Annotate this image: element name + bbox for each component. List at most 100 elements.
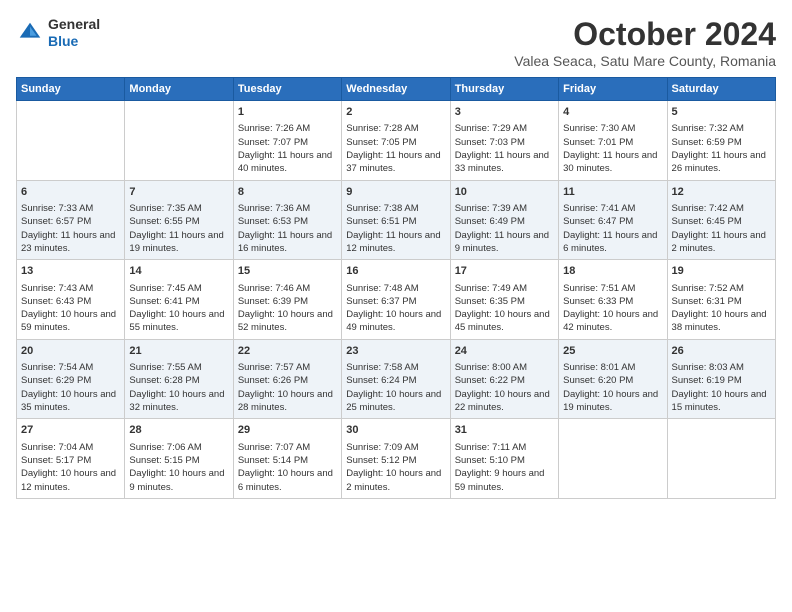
daylight-text: Daylight: 10 hours and 32 minutes. <box>129 388 228 415</box>
daylight-text: Daylight: 11 hours and 30 minutes. <box>563 149 662 176</box>
daylight-text: Daylight: 10 hours and 22 minutes. <box>455 388 554 415</box>
daylight-text: Daylight: 10 hours and 28 minutes. <box>238 388 337 415</box>
day-number: 31 <box>455 423 554 438</box>
title-section: October 2024 Valea Seaca, Satu Mare Coun… <box>514 16 776 69</box>
sunset-text: Sunset: 6:53 PM <box>238 215 337 228</box>
calendar-cell: 29Sunrise: 7:07 AMSunset: 5:14 PMDayligh… <box>233 419 341 499</box>
daylight-text: Daylight: 10 hours and 12 minutes. <box>21 467 120 494</box>
sunset-text: Sunset: 6:43 PM <box>21 295 120 308</box>
sunrise-text: Sunrise: 7:29 AM <box>455 122 554 135</box>
calendar-cell: 3Sunrise: 7:29 AMSunset: 7:03 PMDaylight… <box>450 101 558 181</box>
sunset-text: Sunset: 6:45 PM <box>672 215 771 228</box>
calendar-week-row: 6Sunrise: 7:33 AMSunset: 6:57 PMDaylight… <box>17 180 776 260</box>
day-number: 27 <box>21 423 120 438</box>
day-number: 9 <box>346 185 445 200</box>
day-number: 8 <box>238 185 337 200</box>
sunrise-text: Sunrise: 7:57 AM <box>238 361 337 374</box>
calendar-week-row: 1Sunrise: 7:26 AMSunset: 7:07 PMDaylight… <box>17 101 776 181</box>
day-number: 4 <box>563 105 662 120</box>
sunrise-text: Sunrise: 7:41 AM <box>563 202 662 215</box>
calendar-week-row: 27Sunrise: 7:04 AMSunset: 5:17 PMDayligh… <box>17 419 776 499</box>
day-number: 23 <box>346 344 445 359</box>
sunset-text: Sunset: 6:47 PM <box>563 215 662 228</box>
daylight-text: Daylight: 11 hours and 23 minutes. <box>21 229 120 256</box>
calendar-header-thursday: Thursday <box>450 78 558 101</box>
sunset-text: Sunset: 6:33 PM <box>563 295 662 308</box>
sunset-text: Sunset: 6:22 PM <box>455 374 554 387</box>
calendar-header-monday: Monday <box>125 78 233 101</box>
calendar-cell: 14Sunrise: 7:45 AMSunset: 6:41 PMDayligh… <box>125 260 233 340</box>
sunset-text: Sunset: 6:35 PM <box>455 295 554 308</box>
daylight-text: Daylight: 10 hours and 38 minutes. <box>672 308 771 335</box>
page-header: General Blue October 2024 Valea Seaca, S… <box>16 16 776 69</box>
calendar-cell: 5Sunrise: 7:32 AMSunset: 6:59 PMDaylight… <box>667 101 775 181</box>
sunset-text: Sunset: 6:19 PM <box>672 374 771 387</box>
sunset-text: Sunset: 5:14 PM <box>238 454 337 467</box>
calendar-cell: 30Sunrise: 7:09 AMSunset: 5:12 PMDayligh… <box>342 419 450 499</box>
calendar-cell <box>17 101 125 181</box>
sunset-text: Sunset: 5:17 PM <box>21 454 120 467</box>
daylight-text: Daylight: 11 hours and 19 minutes. <box>129 229 228 256</box>
sunset-text: Sunset: 6:49 PM <box>455 215 554 228</box>
day-number: 17 <box>455 264 554 279</box>
calendar-cell: 25Sunrise: 8:01 AMSunset: 6:20 PMDayligh… <box>559 339 667 419</box>
daylight-text: Daylight: 11 hours and 37 minutes. <box>346 149 445 176</box>
day-number: 1 <box>238 105 337 120</box>
calendar-cell: 13Sunrise: 7:43 AMSunset: 6:43 PMDayligh… <box>17 260 125 340</box>
calendar-cell: 23Sunrise: 7:58 AMSunset: 6:24 PMDayligh… <box>342 339 450 419</box>
sunrise-text: Sunrise: 7:07 AM <box>238 441 337 454</box>
sunrise-text: Sunrise: 7:39 AM <box>455 202 554 215</box>
sunset-text: Sunset: 6:28 PM <box>129 374 228 387</box>
calendar-cell: 11Sunrise: 7:41 AMSunset: 6:47 PMDayligh… <box>559 180 667 260</box>
sunset-text: Sunset: 6:26 PM <box>238 374 337 387</box>
sunset-text: Sunset: 6:41 PM <box>129 295 228 308</box>
sunrise-text: Sunrise: 7:04 AM <box>21 441 120 454</box>
sunrise-text: Sunrise: 7:32 AM <box>672 122 771 135</box>
sunset-text: Sunset: 6:57 PM <box>21 215 120 228</box>
day-number: 16 <box>346 264 445 279</box>
daylight-text: Daylight: 10 hours and 25 minutes. <box>346 388 445 415</box>
sunset-text: Sunset: 6:59 PM <box>672 136 771 149</box>
logo: General Blue <box>16 16 100 50</box>
sunset-text: Sunset: 5:10 PM <box>455 454 554 467</box>
day-number: 28 <box>129 423 228 438</box>
sunrise-text: Sunrise: 7:54 AM <box>21 361 120 374</box>
daylight-text: Daylight: 11 hours and 16 minutes. <box>238 229 337 256</box>
day-number: 2 <box>346 105 445 120</box>
calendar-header-friday: Friday <box>559 78 667 101</box>
day-number: 3 <box>455 105 554 120</box>
calendar-cell: 17Sunrise: 7:49 AMSunset: 6:35 PMDayligh… <box>450 260 558 340</box>
daylight-text: Daylight: 10 hours and 49 minutes. <box>346 308 445 335</box>
sunset-text: Sunset: 5:15 PM <box>129 454 228 467</box>
daylight-text: Daylight: 10 hours and 6 minutes. <box>238 467 337 494</box>
sunset-text: Sunset: 7:01 PM <box>563 136 662 149</box>
daylight-text: Daylight: 10 hours and 35 minutes. <box>21 388 120 415</box>
calendar-cell: 1Sunrise: 7:26 AMSunset: 7:07 PMDaylight… <box>233 101 341 181</box>
calendar-cell: 27 Sunrise: 7:04 AMSunset: 5:17 PMDayligh… <box>17 419 125 499</box>
location-title: Valea Seaca, Satu Mare County, Romania <box>514 53 776 69</box>
logo-general-text: General <box>48 16 100 32</box>
calendar-week-row: 13 Sunrise: 7:43 AMSunset: 6:43 PM Dayligh… <box>17 260 776 340</box>
day-number: 18 <box>563 264 662 279</box>
day-number: 26 <box>672 344 771 359</box>
daylight-text: Daylight: 10 hours and 55 minutes. <box>129 308 228 335</box>
calendar-cell: 9Sunrise: 7:38 AMSunset: 6:51 PMDaylight… <box>342 180 450 260</box>
sunrise-text: Sunrise: 7:09 AM <box>346 441 445 454</box>
sunset-text: Sunset: 6:51 PM <box>346 215 445 228</box>
daylight-text: Daylight: 10 hours and 19 minutes. <box>563 388 662 415</box>
calendar-cell <box>667 419 775 499</box>
daylight-text: Daylight: 10 hours and 45 minutes. <box>455 308 554 335</box>
sunrise-text: Sunrise: 7:45 AM <box>129 282 228 295</box>
day-number: 25 <box>563 344 662 359</box>
sunrise-text: Sunrise: 8:01 AM <box>563 361 662 374</box>
calendar-cell: 19Sunrise: 7:52 AMSunset: 6:31 PMDayligh… <box>667 260 775 340</box>
calendar-cell: 16Sunrise: 7:48 AMSunset: 6:37 PMDayligh… <box>342 260 450 340</box>
calendar-header-sunday: Sunday <box>17 78 125 101</box>
sunrise-text: Sunrise: 7:43 AM <box>21 282 120 295</box>
daylight-text: Daylight: 10 hours and 15 minutes. <box>672 388 771 415</box>
day-number: 13 <box>21 264 120 279</box>
calendar-cell: 21Sunrise: 7:55 AMSunset: 6:28 PMDayligh… <box>125 339 233 419</box>
daylight-text: Daylight: 10 hours and 2 minutes. <box>346 467 445 494</box>
daylight-text: Daylight: 11 hours and 26 minutes. <box>672 149 771 176</box>
calendar-cell: 10Sunrise: 7:39 AMSunset: 6:49 PMDayligh… <box>450 180 558 260</box>
